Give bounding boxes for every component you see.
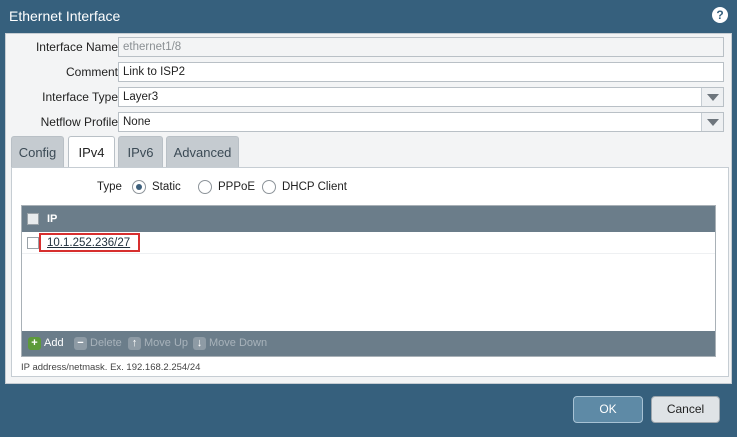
netflow-profile-row: Netflow Profile None	[6, 112, 733, 132]
interface-type-value: Layer3	[123, 91, 159, 103]
dialog-body: Interface Name ethernet1/8 Comment Link …	[5, 33, 732, 384]
interface-name-label: Interface Name	[35, 40, 118, 54]
ipv4-tab-content: Type Static PPPoE DHCP Client IP 10.1.25…	[11, 167, 729, 377]
comment-label: Comment	[65, 65, 118, 79]
ip-address-grid: IP 10.1.252.236/27 + Add − Delete ↑ Move	[21, 205, 716, 357]
tab-config[interactable]: Config	[11, 136, 64, 167]
select-all-checkbox[interactable]	[27, 213, 39, 225]
cancel-button[interactable]: Cancel	[651, 396, 720, 423]
netflow-profile-value: None	[123, 116, 151, 128]
plus-icon: +	[28, 337, 41, 350]
static-radio[interactable]	[132, 180, 146, 194]
minus-icon: −	[74, 337, 87, 350]
dhcp-client-label: DHCP Client	[282, 181, 347, 193]
table-row[interactable]: 10.1.252.236/27	[22, 232, 715, 254]
interface-name-row: Interface Name ethernet1/8	[6, 37, 733, 57]
pppoe-label: PPPoE	[218, 181, 256, 193]
netflow-profile-select[interactable]: None	[118, 112, 724, 132]
move-up-label: Move Up	[144, 337, 189, 349]
tab-ipv4[interactable]: IPv4	[68, 136, 115, 168]
pppoe-radio[interactable]	[198, 180, 212, 194]
chevron-down-icon[interactable]	[701, 113, 723, 131]
static-label: Static	[152, 181, 181, 193]
type-label: Type	[97, 181, 122, 193]
move-down-label: Move Down	[209, 337, 268, 349]
titlebar: Ethernet Interface ?	[0, 0, 737, 33]
row-checkbox[interactable]	[27, 237, 39, 249]
tab-advanced[interactable]: Advanced	[166, 136, 239, 167]
grid-header: IP	[22, 206, 715, 232]
add-label: Add	[44, 337, 64, 349]
help-icon[interactable]: ?	[712, 7, 728, 23]
highlight-box	[39, 233, 140, 252]
column-header-ip: IP	[47, 213, 58, 225]
interface-type-select[interactable]: Layer3	[118, 87, 724, 107]
comment-row: Comment Link to ISP2	[6, 62, 733, 82]
comment-input[interactable]: Link to ISP2	[118, 62, 724, 82]
dhcp-client-radio[interactable]	[262, 180, 276, 194]
netflow-profile-label: Netflow Profile	[40, 115, 118, 129]
ip-hint-text: IP address/netmask. Ex. 192.168.2.254/24	[21, 362, 201, 373]
ok-button[interactable]: OK	[573, 396, 643, 423]
interface-name-field: ethernet1/8	[118, 37, 724, 57]
interface-type-label: Interface Type	[42, 90, 118, 104]
chevron-down-icon[interactable]	[701, 88, 723, 106]
arrow-down-icon: ↓	[193, 337, 206, 350]
tab-ipv6[interactable]: IPv6	[118, 136, 163, 167]
delete-label: Delete	[90, 337, 122, 349]
arrow-up-icon: ↑	[128, 337, 141, 350]
grid-toolbar: + Add − Delete ↑ Move Up ↓ Move Down	[22, 331, 715, 356]
interface-type-row: Interface Type Layer3	[6, 87, 733, 107]
window-title: Ethernet Interface	[9, 8, 121, 24]
